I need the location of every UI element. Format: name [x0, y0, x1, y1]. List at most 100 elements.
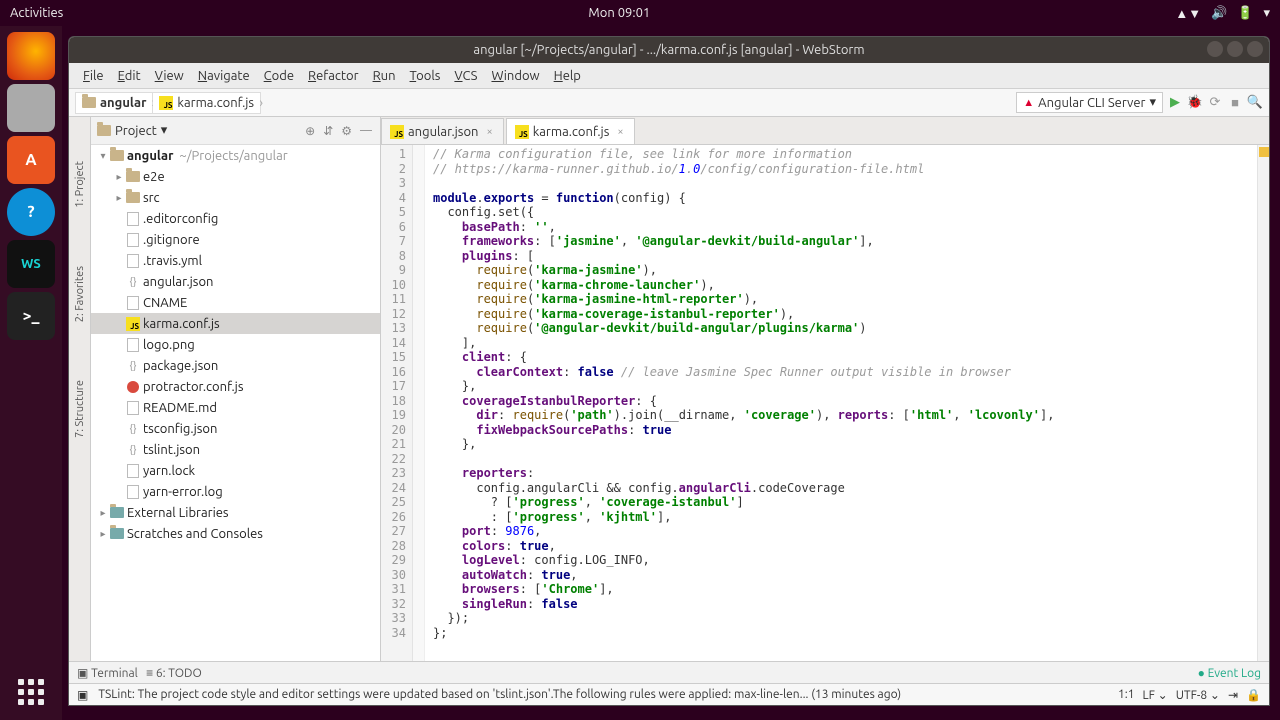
terminal-icon[interactable]: >_: [7, 292, 55, 340]
locate-icon[interactable]: ⊕: [303, 124, 317, 138]
minimize-button[interactable]: [1207, 41, 1223, 57]
error-stripe[interactable]: [1257, 145, 1269, 661]
menu-code[interactable]: Code: [258, 67, 300, 85]
extras[interactable]: ▸External Libraries: [91, 502, 380, 523]
help-icon[interactable]: ?: [7, 188, 55, 236]
extras[interactable]: ▸Scratches and Consoles: [91, 523, 380, 544]
folder-icon: [82, 97, 96, 108]
project-panel: Project ▾ ⊕ ⇵ ⚙ — ▾angular~/Projects/ang…: [91, 117, 381, 661]
menu-navigate[interactable]: Navigate: [192, 67, 256, 85]
stop-button: ■: [1227, 95, 1243, 111]
code-area[interactable]: // Karma configuration file, see link fo…: [425, 145, 1257, 661]
favorites-tool-tab[interactable]: 2: Favorites: [74, 262, 86, 326]
titlebar: angular [~/Projects/angular] - .../karma…: [69, 37, 1269, 63]
webstorm-icon[interactable]: WS: [7, 240, 55, 288]
file-tslint.json[interactable]: {}tslint.json: [91, 439, 380, 460]
window-title: angular [~/Projects/angular] - .../karma…: [473, 43, 864, 57]
coverage-button[interactable]: ⟳: [1207, 95, 1223, 111]
file-protractor.conf.js[interactable]: protractor.conf.js: [91, 376, 380, 397]
caret-position[interactable]: 1:1: [1118, 688, 1135, 701]
battery-icon[interactable]: 🔋: [1237, 6, 1253, 21]
folder-src[interactable]: ▸src: [91, 187, 380, 208]
bottom-tool-stripe: ▣ Terminal ≡ 6: TODO ● Event Log: [69, 661, 1269, 683]
maximize-button[interactable]: [1227, 41, 1243, 57]
project-root[interactable]: ▾angular~/Projects/angular: [91, 145, 380, 166]
js-icon: JS: [390, 125, 404, 139]
warning-marker[interactable]: [1259, 147, 1269, 157]
status-bar: ▣ TSLint: The project code style and edi…: [69, 683, 1269, 705]
menu-run[interactable]: Run: [367, 67, 402, 85]
folder-icon: [97, 125, 111, 136]
file-.editorconfig[interactable]: .editorconfig: [91, 208, 380, 229]
expand-all-icon[interactable]: ⇵: [321, 124, 335, 138]
menu-edit[interactable]: Edit: [112, 67, 147, 85]
js-icon: JS: [515, 125, 529, 139]
files-icon[interactable]: [7, 84, 55, 132]
close-tab-icon[interactable]: ×: [617, 126, 623, 138]
js-icon: JS: [159, 96, 173, 110]
volume-icon[interactable]: 🔊: [1211, 6, 1227, 21]
menu-help[interactable]: Help: [548, 67, 587, 85]
file-tsconfig.json[interactable]: {}tsconfig.json: [91, 418, 380, 439]
run-button[interactable]: ▶: [1167, 95, 1183, 111]
editor: JSangular.json×JSkarma.conf.js× 12345678…: [381, 117, 1269, 661]
tool-window-stripe: 1: Project 2: Favorites 7: Structure: [69, 117, 91, 661]
search-everywhere-button[interactable]: 🔍: [1247, 95, 1263, 111]
encoding[interactable]: UTF-8 ⌄: [1176, 688, 1220, 702]
file-.travis.yml[interactable]: .travis.yml: [91, 250, 380, 271]
navigation-bar: angular JSkarma.conf.js ▲Angular CLI Ser…: [69, 89, 1269, 117]
menubar: FileEditViewNavigateCodeRefactorRunTools…: [69, 63, 1269, 89]
panel-title[interactable]: Project: [115, 124, 157, 138]
lock-icon[interactable]: 🔒: [1246, 688, 1261, 702]
gutter: 1234567891011121314151617181920212223242…: [381, 145, 413, 661]
close-tab-icon[interactable]: ×: [486, 126, 492, 138]
network-icon[interactable]: ▲▼: [1175, 6, 1201, 21]
chevron-down-icon[interactable]: ▾: [1263, 6, 1270, 21]
debug-button[interactable]: 🐞: [1187, 95, 1203, 111]
hide-icon[interactable]: —: [358, 124, 374, 137]
menu-refactor[interactable]: Refactor: [302, 67, 365, 85]
gear-icon[interactable]: ⚙: [339, 124, 354, 138]
file-.gitignore[interactable]: .gitignore: [91, 229, 380, 250]
file-README.md[interactable]: README.md: [91, 397, 380, 418]
fold-column[interactable]: [413, 145, 425, 661]
file-yarn.lock[interactable]: yarn.lock: [91, 460, 380, 481]
menu-window[interactable]: Window: [485, 67, 545, 85]
chevron-down-icon: ▾: [1149, 95, 1156, 110]
dock: A ? WS >_: [0, 26, 62, 720]
chevron-down-icon[interactable]: ▾: [161, 123, 168, 138]
folder-e2e[interactable]: ▸e2e: [91, 166, 380, 187]
event-log-tool-tab[interactable]: ● Event Log: [1198, 666, 1261, 680]
project-tool-tab[interactable]: 1: Project: [74, 157, 86, 212]
close-button[interactable]: [1247, 41, 1263, 57]
menu-vcs[interactable]: VCS: [448, 67, 483, 85]
firefox-icon[interactable]: [7, 32, 55, 80]
angular-icon: ▲: [1023, 97, 1034, 109]
todo-tool-tab[interactable]: ≡ 6: TODO: [146, 666, 202, 680]
menu-file[interactable]: File: [77, 67, 110, 85]
file-karma.conf.js[interactable]: JSkarma.conf.js: [91, 313, 380, 334]
breadcrumb[interactable]: JSkarma.conf.js: [153, 92, 261, 114]
activities-button[interactable]: Activities: [10, 6, 63, 20]
file-logo.png[interactable]: logo.png: [91, 334, 380, 355]
file-angular.json[interactable]: {}angular.json: [91, 271, 380, 292]
status-message[interactable]: TSLint: The project code style and edito…: [98, 688, 1108, 701]
line-ending[interactable]: LF ⌄: [1142, 688, 1167, 702]
menu-tools[interactable]: Tools: [404, 67, 447, 85]
indent-icon[interactable]: ⇥: [1228, 688, 1238, 702]
file-CNAME[interactable]: CNAME: [91, 292, 380, 313]
clock: Mon 09:01: [63, 6, 1175, 20]
show-apps-icon[interactable]: [13, 674, 49, 710]
file-yarn-error.log[interactable]: yarn-error.log: [91, 481, 380, 502]
ide-window: angular [~/Projects/angular] - .../karma…: [68, 36, 1270, 706]
editor-tab[interactable]: JSkarma.conf.js×: [506, 118, 635, 144]
file-package.json[interactable]: {}package.json: [91, 355, 380, 376]
editor-tab[interactable]: JSangular.json×: [381, 118, 504, 144]
menu-view[interactable]: View: [149, 67, 190, 85]
breadcrumb[interactable]: angular: [75, 92, 153, 114]
software-icon[interactable]: A: [7, 136, 55, 184]
structure-tool-tab[interactable]: 7: Structure: [74, 376, 86, 442]
terminal-tool-tab[interactable]: ▣ Terminal: [77, 666, 138, 680]
run-config-selector[interactable]: ▲Angular CLI Server ▾: [1016, 92, 1163, 113]
status-icon: ▣: [77, 688, 88, 702]
